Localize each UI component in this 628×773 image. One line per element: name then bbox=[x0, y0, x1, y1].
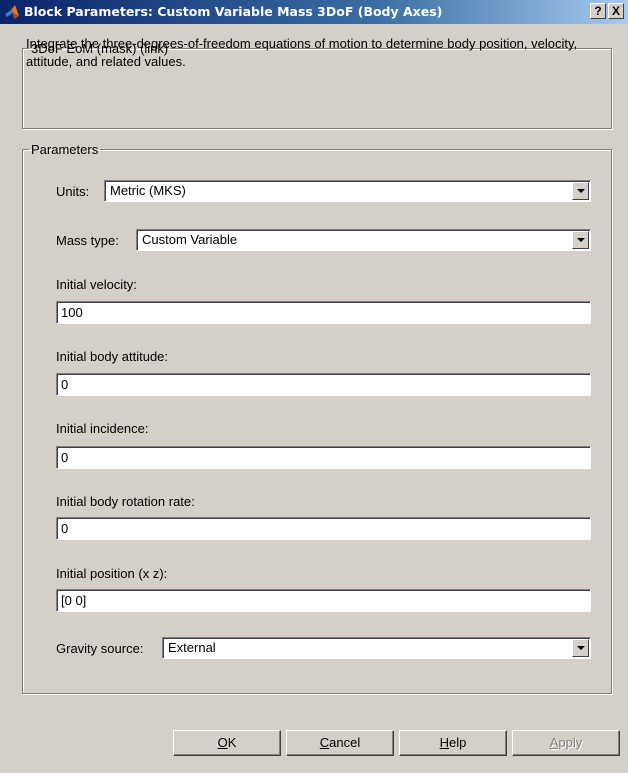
units-dropdown-arrow-icon[interactable] bbox=[572, 182, 589, 200]
initial-body-attitude-label: Initial body attitude: bbox=[56, 349, 169, 364]
initial-velocity-input[interactable]: 100 bbox=[56, 301, 591, 324]
apply-button[interactable]: Apply bbox=[512, 730, 620, 756]
initial-body-rotation-rate-label: Initial body rotation rate: bbox=[56, 494, 195, 509]
cancel-label-rest: ancel bbox=[329, 735, 361, 750]
ok-label-rest: K bbox=[227, 735, 237, 750]
units-label: Units: bbox=[56, 184, 90, 199]
help-button[interactable]: Help bbox=[399, 730, 507, 756]
initial-body-rotation-rate-input[interactable]: 0 bbox=[56, 517, 591, 540]
initial-position-input[interactable]: [0 0] bbox=[56, 589, 591, 612]
gravity-source-value: External bbox=[168, 640, 216, 655]
mass-type-value: Custom Variable bbox=[142, 232, 238, 247]
units-select[interactable]: Metric (MKS) bbox=[104, 180, 591, 202]
mass-type-dropdown-arrow-icon[interactable] bbox=[572, 231, 589, 249]
window-title: Block Parameters: Custom Variable Mass 3… bbox=[24, 4, 443, 19]
initial-velocity-label: Initial velocity: bbox=[56, 277, 137, 292]
initial-incidence-input[interactable]: 0 bbox=[56, 446, 591, 469]
mass-type-select[interactable]: Custom Variable bbox=[136, 229, 591, 251]
gravity-source-dropdown-arrow-icon[interactable] bbox=[572, 639, 589, 657]
initial-incidence-value: 0 bbox=[61, 450, 69, 465]
initial-body-attitude-value: 0 bbox=[61, 377, 69, 392]
initial-body-attitude-input[interactable]: 0 bbox=[56, 373, 591, 396]
ok-mnemonic: O bbox=[217, 735, 228, 750]
gravity-source-label: Gravity source: bbox=[56, 641, 144, 656]
cancel-mnemonic: C bbox=[319, 735, 330, 750]
initial-position-label: Initial position (x z): bbox=[56, 566, 168, 581]
help-mnemonic: H bbox=[439, 735, 450, 750]
initial-incidence-label: Initial incidence: bbox=[56, 421, 149, 436]
mask-description: Integrate the three-degrees-of-freedom e… bbox=[26, 36, 578, 69]
title-bar[interactable]: Block Parameters: Custom Variable Mass 3… bbox=[0, 0, 628, 24]
help-label-rest: elp bbox=[449, 735, 467, 750]
initial-position-value: [0 0] bbox=[61, 593, 87, 608]
cancel-button[interactable]: Cancel bbox=[286, 730, 394, 756]
close-button[interactable]: X bbox=[608, 3, 624, 19]
initial-body-rotation-rate-value: 0 bbox=[61, 521, 69, 536]
matlab-logo-icon bbox=[5, 5, 19, 19]
units-value: Metric (MKS) bbox=[110, 183, 186, 198]
parameters-legend: Parameters bbox=[31, 142, 99, 157]
ok-button[interactable]: OK bbox=[173, 730, 281, 756]
mass-type-label: Mass type: bbox=[56, 233, 119, 248]
apply-label-rest: pply bbox=[558, 735, 583, 750]
initial-velocity-value: 100 bbox=[61, 305, 83, 320]
gravity-source-select[interactable]: External bbox=[162, 637, 591, 659]
help-title-button[interactable]: ? bbox=[590, 3, 606, 19]
